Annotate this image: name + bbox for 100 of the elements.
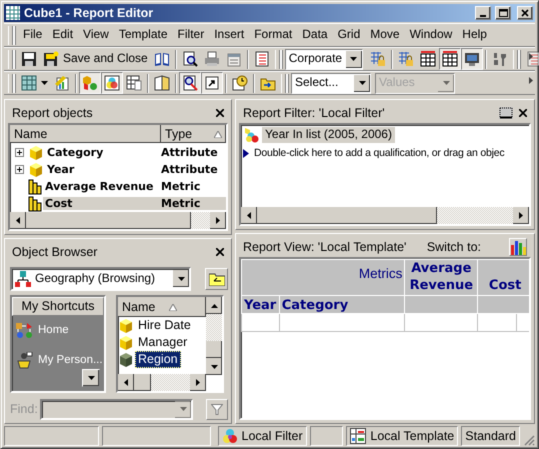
- menu-item[interactable]: Grid: [332, 27, 366, 43]
- menu-item[interactable]: Move: [365, 27, 405, 43]
- scroll-left-button[interactable]: [10, 212, 26, 229]
- shortcut-item[interactable]: Home: [12, 316, 73, 346]
- maximize-button[interactable]: [495, 6, 511, 20]
- scrollbar-thumb[interactable]: [206, 341, 222, 358]
- scroll-down-button[interactable]: [82, 369, 100, 387]
- resize-grip-icon: [523, 434, 535, 446]
- menu-item[interactable]: Edit: [47, 27, 78, 43]
- toolbar-grip[interactable]: [274, 50, 280, 68]
- menu-item[interactable]: Template: [114, 27, 173, 43]
- list-item[interactable]: Manager: [135, 334, 190, 351]
- save-new-icon: [43, 51, 59, 67]
- sort-arrow-icon: [169, 304, 178, 310]
- toolbar-grip[interactable]: [8, 50, 13, 68]
- toolbar-button[interactable]: [101, 72, 123, 94]
- toolbar-grip[interactable]: [281, 74, 286, 92]
- menu-item[interactable]: View: [78, 27, 114, 43]
- scroll-left-button[interactable]: [241, 207, 257, 224]
- close-button[interactable]: [216, 248, 224, 256]
- column-header: Average Revenue: [404, 260, 478, 296]
- cube-icon: [28, 144, 44, 160]
- list-item[interactable]: Hire Date: [135, 317, 194, 334]
- dropdown-arrow-icon: [180, 407, 186, 411]
- find-label: Find:: [10, 402, 36, 416]
- shortcut-item[interactable]: My Person...: [12, 346, 107, 376]
- dropdown-arrow-icon: [358, 81, 366, 85]
- person-icon: [16, 352, 34, 370]
- dock-button[interactable]: [499, 107, 513, 119]
- object-name[interactable]: Year: [45, 163, 159, 176]
- save-and-close-button[interactable]: Save and Close: [40, 48, 151, 70]
- object-name[interactable]: Category: [45, 146, 159, 159]
- filter-condition[interactable]: Year In list (2005, 2006): [262, 127, 395, 143]
- dropdown-arrow-icon: [442, 81, 450, 85]
- sort-icon: [492, 51, 508, 67]
- list-item[interactable]: Region: [135, 351, 181, 368]
- menu-item[interactable]: Insert: [209, 27, 250, 43]
- scroll-down-button[interactable]: [206, 358, 222, 375]
- arrow-left-icon: [16, 217, 20, 224]
- arrow-right-icon: [519, 212, 523, 219]
- grid-icon: [21, 75, 37, 91]
- close-icon: [216, 248, 224, 256]
- filter-icon: [243, 127, 259, 143]
- status-pane: [310, 426, 344, 446]
- menu-item[interactable]: Format: [249, 27, 298, 43]
- save-icon: [21, 51, 37, 67]
- up-folder-button[interactable]: [205, 268, 228, 290]
- chart-view-button[interactable]: [509, 238, 527, 256]
- object-type: Attribute: [160, 163, 219, 176]
- toolbar-grip[interactable]: [8, 74, 13, 92]
- caret-icon: [41, 81, 48, 85]
- toolbar-button[interactable]: [201, 72, 223, 94]
- toolbar-grip[interactable]: [512, 50, 518, 68]
- metric-icon: [28, 196, 42, 212]
- menu-item[interactable]: File: [18, 27, 48, 43]
- scroll-right-button[interactable]: [210, 212, 226, 229]
- book-icon: [154, 75, 170, 91]
- column-header[interactable]: Type: [161, 125, 226, 143]
- dropdown[interactable]: Select...: [291, 72, 371, 94]
- menu-item[interactable]: Data: [297, 27, 333, 43]
- cube-icon: [28, 162, 44, 178]
- arrow-left-icon: [124, 379, 128, 386]
- hierarchy-icon: [15, 270, 31, 286]
- menu-grip[interactable]: [8, 26, 13, 44]
- find-field[interactable]: [40, 398, 193, 420]
- shortcuts-header-button[interactable]: My Shortcuts: [12, 297, 104, 316]
- object-name[interactable]: Cost: [43, 197, 159, 210]
- scrollbar-thumb[interactable]: [257, 207, 437, 224]
- arrow-right-icon: [216, 217, 220, 224]
- hint-text[interactable]: Double-click here to add a qualification, or drag an objec: [252, 146, 506, 160]
- dropdown[interactable]: Corporate: [284, 48, 363, 70]
- scrollbar-thumb[interactable]: [134, 374, 151, 391]
- object-type: Attribute: [160, 146, 219, 159]
- menu-item[interactable]: Window: [404, 27, 458, 43]
- object-type: Metric: [159, 197, 226, 210]
- app-icon: [6, 6, 20, 20]
- switch-label: Switch to:: [426, 240, 481, 254]
- column-header: Cost: [478, 260, 529, 296]
- menu-item[interactable]: Filter: [172, 27, 210, 43]
- template-icon: [350, 428, 366, 444]
- minimize-button[interactable]: [475, 6, 491, 20]
- panel-title: Report View: 'Local Template': [243, 240, 408, 254]
- column-header[interactable]: Name: [10, 125, 161, 143]
- toolbar-button[interactable]: [179, 72, 201, 94]
- scroll-up-button[interactable]: [206, 297, 222, 314]
- toolbar-button[interactable]: [460, 48, 483, 70]
- scroll-left-button[interactable]: [118, 374, 134, 391]
- status-text: Local Filter: [242, 428, 303, 444]
- scroll-right-button[interactable]: [513, 207, 529, 224]
- close-button[interactable]: [216, 109, 224, 117]
- folder-dropdown[interactable]: Geography (Browsing): [10, 266, 191, 290]
- object-name[interactable]: Average Revenue: [43, 180, 159, 193]
- toolbar-button[interactable]: [438, 48, 461, 70]
- filter-button[interactable]: [206, 398, 228, 420]
- column-header[interactable]: Name: [118, 297, 206, 317]
- scroll-right-button[interactable]: [190, 374, 206, 391]
- arrow-right-icon: [196, 379, 200, 386]
- close-button[interactable]: [519, 109, 527, 117]
- menu-item[interactable]: Help: [457, 27, 492, 43]
- panel-title: Object Browser: [12, 244, 98, 260]
